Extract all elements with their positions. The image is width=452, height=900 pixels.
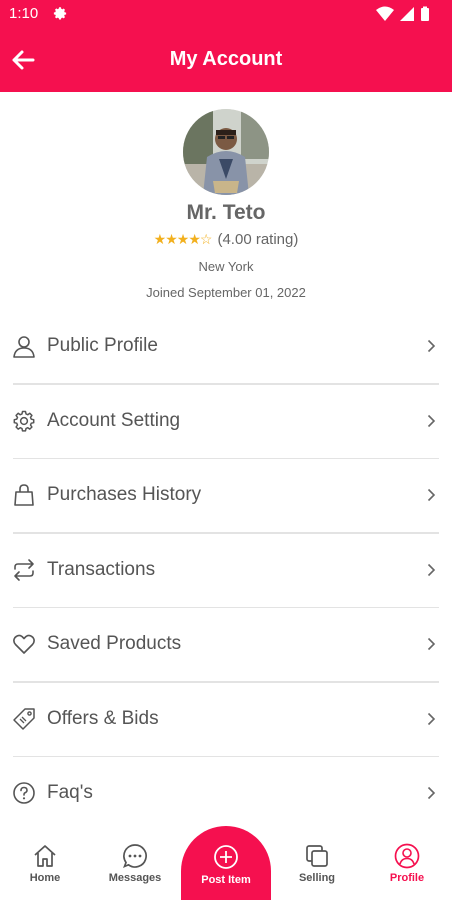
profile-circle-icon bbox=[394, 843, 420, 869]
signal-icon bbox=[400, 7, 414, 21]
avatar-photo bbox=[183, 109, 269, 195]
menu-item-label: Offers & Bids bbox=[47, 707, 159, 729]
chevron-right-icon bbox=[427, 786, 436, 800]
heart-icon bbox=[13, 634, 35, 654]
nav-label: Messages bbox=[108, 872, 162, 884]
account-menu: Public Profile Account Setting Purchases… bbox=[0, 310, 452, 832]
rating-text: (4.00 rating) bbox=[217, 231, 299, 248]
menu-item-account-setting[interactable]: Account Setting bbox=[0, 385, 452, 459]
plus-circle-icon bbox=[214, 845, 238, 869]
menu-item-label: Faq's bbox=[47, 782, 93, 803]
chevron-right-icon bbox=[427, 712, 436, 725]
chevron-right-icon bbox=[427, 414, 436, 427]
settings-gear-icon bbox=[53, 7, 67, 20]
joined-date: Joined September 01, 2022 bbox=[146, 285, 306, 300]
nav-label: Home bbox=[29, 872, 61, 884]
nav-label: Post Item bbox=[201, 874, 251, 886]
help-circle-icon bbox=[13, 782, 35, 804]
nav-profile[interactable]: Profile bbox=[376, 834, 438, 900]
chat-bubble-icon bbox=[123, 844, 147, 869]
menu-item-purchases-history[interactable]: Purchases History bbox=[0, 459, 452, 534]
star-filled-icon: ★ bbox=[188, 231, 201, 247]
home-icon bbox=[34, 845, 56, 867]
gear-icon bbox=[13, 410, 35, 432]
chevron-right-icon bbox=[427, 488, 436, 502]
rating-stars: ★★★★☆ bbox=[153, 231, 213, 247]
avatar[interactable] bbox=[183, 109, 269, 195]
menu-item-public-profile[interactable]: Public Profile bbox=[0, 310, 452, 385]
battery-icon bbox=[421, 8, 429, 21]
nav-messages[interactable]: Messages bbox=[102, 834, 168, 900]
menu-item-saved-products[interactable]: Saved Products bbox=[0, 608, 452, 683]
shopping-bag-icon bbox=[14, 484, 34, 506]
star-filled-icon: ★ bbox=[153, 231, 167, 247]
nav-label: Profile bbox=[389, 872, 425, 884]
profile-name: Mr. Teto bbox=[186, 201, 266, 224]
copy-stack-icon bbox=[306, 845, 328, 867]
menu-item-label: Purchases History bbox=[47, 484, 202, 505]
menu-item-offers-bids[interactable]: Offers & Bids bbox=[0, 683, 452, 757]
chevron-right-icon bbox=[427, 563, 436, 576]
profile-location: New York bbox=[198, 259, 254, 274]
wifi-icon bbox=[376, 6, 394, 21]
status-icons bbox=[376, 6, 429, 21]
star-filled-icon: ★ bbox=[176, 231, 190, 247]
profile-summary: Mr. Teto ★★★★☆ (4.00 rating) New York Joi… bbox=[0, 92, 452, 310]
chevron-right-icon bbox=[427, 637, 436, 651]
menu-item-label: Transactions bbox=[47, 558, 156, 580]
app-bar: My Account bbox=[0, 28, 452, 92]
star-filled-icon: ★ bbox=[165, 231, 178, 247]
page-title: My Account bbox=[169, 48, 283, 70]
menu-item-label: Saved Products bbox=[47, 633, 182, 654]
star-empty-icon: ☆ bbox=[199, 231, 213, 247]
tag-icon bbox=[13, 707, 35, 730]
user-icon bbox=[13, 336, 35, 358]
nav-label: Selling bbox=[298, 872, 336, 884]
menu-item-faqs[interactable]: Faq's bbox=[0, 757, 452, 832]
menu-item-label: Public Profile bbox=[47, 335, 158, 356]
chevron-right-icon bbox=[427, 339, 436, 353]
menu-item-transactions[interactable]: Transactions bbox=[0, 534, 452, 608]
swap-arrows-icon bbox=[14, 558, 34, 581]
nav-selling[interactable]: Selling bbox=[286, 834, 348, 900]
nav-home[interactable]: Home bbox=[14, 834, 76, 900]
rating-row: ★★★★☆ (4.00 rating) bbox=[0, 231, 452, 248]
status-bar: 1:10 bbox=[0, 0, 452, 28]
menu-item-label: Account Setting bbox=[47, 409, 181, 431]
status-time: 1:10 bbox=[9, 5, 39, 22]
